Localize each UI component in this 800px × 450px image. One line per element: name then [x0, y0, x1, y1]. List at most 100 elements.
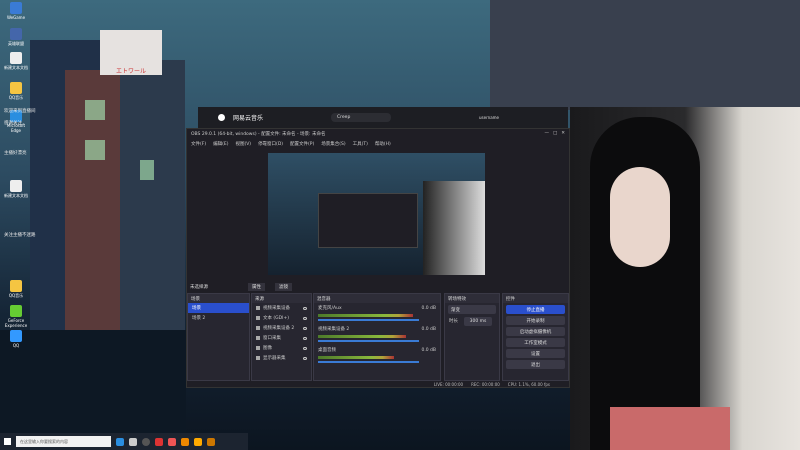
source-item[interactable]: 窗口采集	[252, 333, 311, 343]
duration-row: 时长 300 ms	[445, 316, 499, 326]
maximize-button[interactable]: □	[553, 131, 557, 136]
eye-icon[interactable]	[303, 346, 307, 350]
transitions-dock: 转场特效 渐变 时长 300 ms	[444, 293, 500, 381]
windows-start-icon[interactable]	[4, 438, 11, 445]
channel-db: 0.0 dB	[421, 305, 436, 311]
steam-icon[interactable]	[129, 437, 137, 446]
eye-icon[interactable]	[303, 306, 307, 310]
control-button-1[interactable]: 开始录制	[506, 316, 565, 325]
volume-slider[interactable]	[318, 319, 419, 321]
music-search-input[interactable]: Creep	[331, 113, 392, 122]
desktop-icon[interactable]: QQ	[4, 330, 28, 348]
chat-message: 感谢关注	[4, 121, 22, 126]
preview-canvas[interactable]	[268, 153, 485, 275]
chat-message: 主播好漂亮	[4, 151, 27, 156]
building-window	[140, 160, 154, 180]
source-item[interactable]: 视频采集设备	[252, 303, 311, 313]
control-button-2[interactable]: 启动虚拟摄像机	[506, 327, 565, 336]
eye-icon[interactable]	[303, 336, 307, 340]
app-icon[interactable]	[181, 437, 189, 446]
source-item[interactable]: 显示器采集	[252, 353, 311, 363]
menu-item[interactable]: 停靠窗口(D)	[258, 141, 283, 147]
mixer-channels: 麦克风/Aux 0.0 dB 视频采集设备 2 0.0 dB 桌面音频 0.0 dB	[314, 303, 440, 363]
building-window	[85, 100, 105, 120]
menu-item[interactable]: 视图(V)	[235, 141, 251, 147]
selected-source-label: 未选择源	[190, 284, 208, 290]
desktop-icon[interactable]: QQ音乐	[4, 280, 28, 299]
app-icon	[10, 305, 22, 317]
eye-icon[interactable]	[303, 356, 307, 360]
webcam-feed	[570, 107, 800, 450]
filters-button[interactable]: 滤镜	[275, 282, 292, 291]
dock-title: 来源	[252, 294, 311, 303]
close-button[interactable]: ✕	[561, 131, 565, 136]
chat-message: 关注主播不迷路	[4, 233, 36, 238]
source-item[interactable]: 图像	[252, 343, 311, 353]
mixer-channel: 视频采集设备 2 0.0 dB	[314, 324, 440, 342]
channel-header: 视频采集设备 2 0.0 dB	[314, 324, 440, 334]
desktop-icon-label: 新建文本文档	[4, 65, 28, 70]
desktop-icon-label: QQ	[12, 343, 20, 348]
keyboard	[610, 407, 730, 450]
control-button-4[interactable]: 设置	[506, 349, 565, 358]
desktop-icon[interactable]: 英雄联盟	[4, 28, 28, 47]
app-icon[interactable]	[207, 437, 215, 446]
netease-icon[interactable]	[155, 437, 163, 446]
app-icon	[10, 330, 22, 342]
menu-item[interactable]: 编辑(E)	[213, 141, 228, 147]
scene-item[interactable]: 场景 2	[188, 313, 249, 323]
edge-icon[interactable]	[116, 437, 124, 446]
channel-db: 0.0 dB	[421, 347, 436, 353]
audio-mixer-dock: 混音器 麦克风/Aux 0.0 dB 视频采集设备 2 0.0 dB 桌面音频 0.0 d…	[313, 293, 441, 381]
app-icon	[10, 180, 22, 192]
taskbar-search-input[interactable]: 在这里输入你要搜索的内容	[16, 436, 111, 447]
control-buttons: 停止直播开始录制启动虚拟摄像机 工作室模式设置退出	[503, 305, 568, 369]
dock-title: 控件	[503, 294, 568, 303]
menu-item[interactable]: 配置文件(P)	[290, 141, 314, 147]
control-button-5[interactable]: 退出	[506, 360, 565, 369]
mixer-channel: 麦克风/Aux 0.0 dB	[314, 303, 440, 321]
menu-item[interactable]: 场景集合(S)	[321, 141, 345, 147]
desktop-icon[interactable]: 新建文本文档	[4, 52, 28, 71]
source-item[interactable]: 文本 (GDI+)	[252, 313, 311, 323]
control-button-3[interactable]: 工作室模式	[506, 338, 565, 347]
shop-sign: エトワール	[100, 30, 162, 75]
app-icon[interactable]	[194, 437, 202, 446]
desktop-icon-label: QQ音乐	[8, 95, 24, 100]
desktop-icon[interactable]: QQ音乐	[4, 82, 28, 101]
menu-item[interactable]: 文件(F)	[191, 141, 206, 147]
app-icon	[10, 82, 22, 94]
webcam-face	[610, 167, 670, 267]
channel-name: 视频采集设备 2	[318, 327, 350, 332]
desktop-icon-label: 英雄联盟	[8, 41, 24, 46]
sources-dock: 来源 视频采集设备 文本 (GDI+) 视频采集设备 2 窗口采集 图像 显示器采集	[251, 293, 312, 381]
volume-meter	[318, 356, 394, 359]
desktop-icon[interactable]: WeGame	[4, 2, 28, 20]
volume-meter	[318, 314, 413, 317]
obs-icon[interactable]	[142, 437, 150, 446]
app-icon	[10, 280, 22, 292]
control-button-0[interactable]: 停止直播	[506, 305, 565, 314]
menu-item[interactable]: 帮助(H)	[375, 141, 391, 147]
mixer-channel: 桌面音频 0.0 dB	[314, 345, 440, 363]
volume-slider[interactable]	[318, 340, 419, 342]
desktop-icon[interactable]: GeForce Experience	[4, 305, 28, 328]
netease-music-bar: 网易云音乐 Creep username	[198, 107, 568, 128]
desktop-icon[interactable]: 新建文本文档	[4, 180, 28, 199]
volume-slider[interactable]	[318, 361, 419, 363]
eye-icon[interactable]	[303, 326, 307, 330]
properties-button[interactable]: 属性	[248, 282, 265, 291]
menu-item[interactable]: 工具(T)	[353, 141, 368, 147]
minimize-button[interactable]: —	[544, 131, 549, 136]
transition-select[interactable]: 渐变	[448, 305, 496, 314]
dock-title: 转场特效	[445, 294, 499, 303]
source-type-icon	[256, 346, 260, 350]
source-list: 视频采集设备 文本 (GDI+) 视频采集设备 2 窗口采集 图像 显示器采集	[252, 303, 311, 363]
source-item[interactable]: 视频采集设备 2	[252, 323, 311, 333]
app-icon[interactable]	[168, 437, 176, 446]
scene-item[interactable]: 场景	[188, 303, 249, 313]
live-timer: LIVE: 00:00:00	[433, 382, 464, 387]
eye-icon[interactable]	[303, 316, 307, 320]
duration-input[interactable]: 300 ms	[464, 316, 492, 326]
user-name[interactable]: username	[479, 115, 499, 120]
